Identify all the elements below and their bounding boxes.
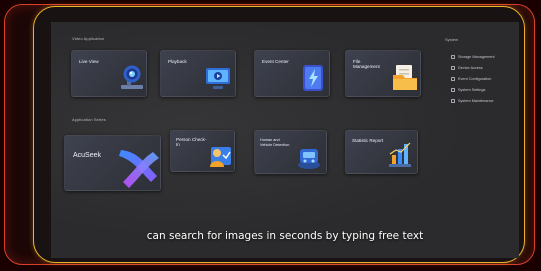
bar-chart-icon: [389, 142, 411, 167]
system-menu-label: System Maintenance: [458, 98, 494, 103]
tile-playback[interactable]: Playback: [160, 50, 236, 97]
tile-acuseek[interactable]: AcuSeek: [64, 135, 161, 191]
event-config-icon: [451, 76, 455, 81]
system-menu-item-system-settings[interactable]: System Settings: [451, 84, 495, 95]
system-menu-label: Storage Management: [458, 54, 495, 59]
tile-label: Human and Vehicle Detection: [260, 138, 290, 147]
system-menu: Storage Management Device Access Event C…: [451, 51, 495, 106]
tile-label: Live View: [79, 59, 99, 64]
tile-label: Event Center: [262, 59, 289, 64]
tile-label: Playback: [168, 59, 187, 64]
system-menu-item-system-maintenance[interactable]: System Maintenance: [451, 95, 495, 106]
system-menu-label: Event Configuration: [458, 76, 492, 81]
tile-live-view[interactable]: Live View: [71, 50, 147, 97]
system-menu-item-device-access[interactable]: Device Access: [451, 62, 495, 73]
system-menu-item-event-configuration[interactable]: Event Configuration: [451, 73, 495, 84]
tile-human-vehicle-detection[interactable]: Human and Vehicle Detection: [254, 130, 327, 174]
system-menu-label: System Settings: [458, 87, 486, 92]
event-lightning-icon: [303, 65, 323, 91]
settings-icon: [451, 87, 455, 92]
playback-monitor-icon: [206, 68, 230, 89]
system-menu-item-storage-management[interactable]: Storage Management: [451, 51, 495, 62]
system-menu-label: Device Access: [458, 65, 483, 70]
camera-icon: [121, 65, 143, 89]
app-screen: Video Application Live View Playback Eve…: [51, 22, 519, 258]
tile-file-management[interactable]: File Management: [345, 50, 421, 97]
tile-event-center[interactable]: Event Center: [254, 50, 330, 97]
acuseek-logo-icon: [119, 150, 159, 188]
subtitle-caption: can search for images in seconds by typi…: [146, 230, 424, 242]
tile-person-check-in[interactable]: Person Check-In: [170, 130, 235, 172]
maintenance-icon: [451, 98, 455, 103]
section-title-system: System: [445, 37, 459, 42]
section-title-video-application: Video Application: [72, 36, 105, 41]
tile-label: Statistic Report: [352, 138, 384, 143]
tile-statistic-report[interactable]: Statistic Report: [345, 130, 418, 174]
device-icon: [451, 65, 455, 70]
person-check-in-icon: [210, 147, 231, 167]
section-title-application-series: Application Series: [72, 117, 106, 122]
file-folder-icon: [393, 65, 417, 90]
tile-label: AcuSeek: [73, 152, 102, 159]
tile-label: File Management: [353, 59, 380, 70]
storage-icon: [451, 54, 455, 59]
detection-icon: [298, 149, 320, 169]
